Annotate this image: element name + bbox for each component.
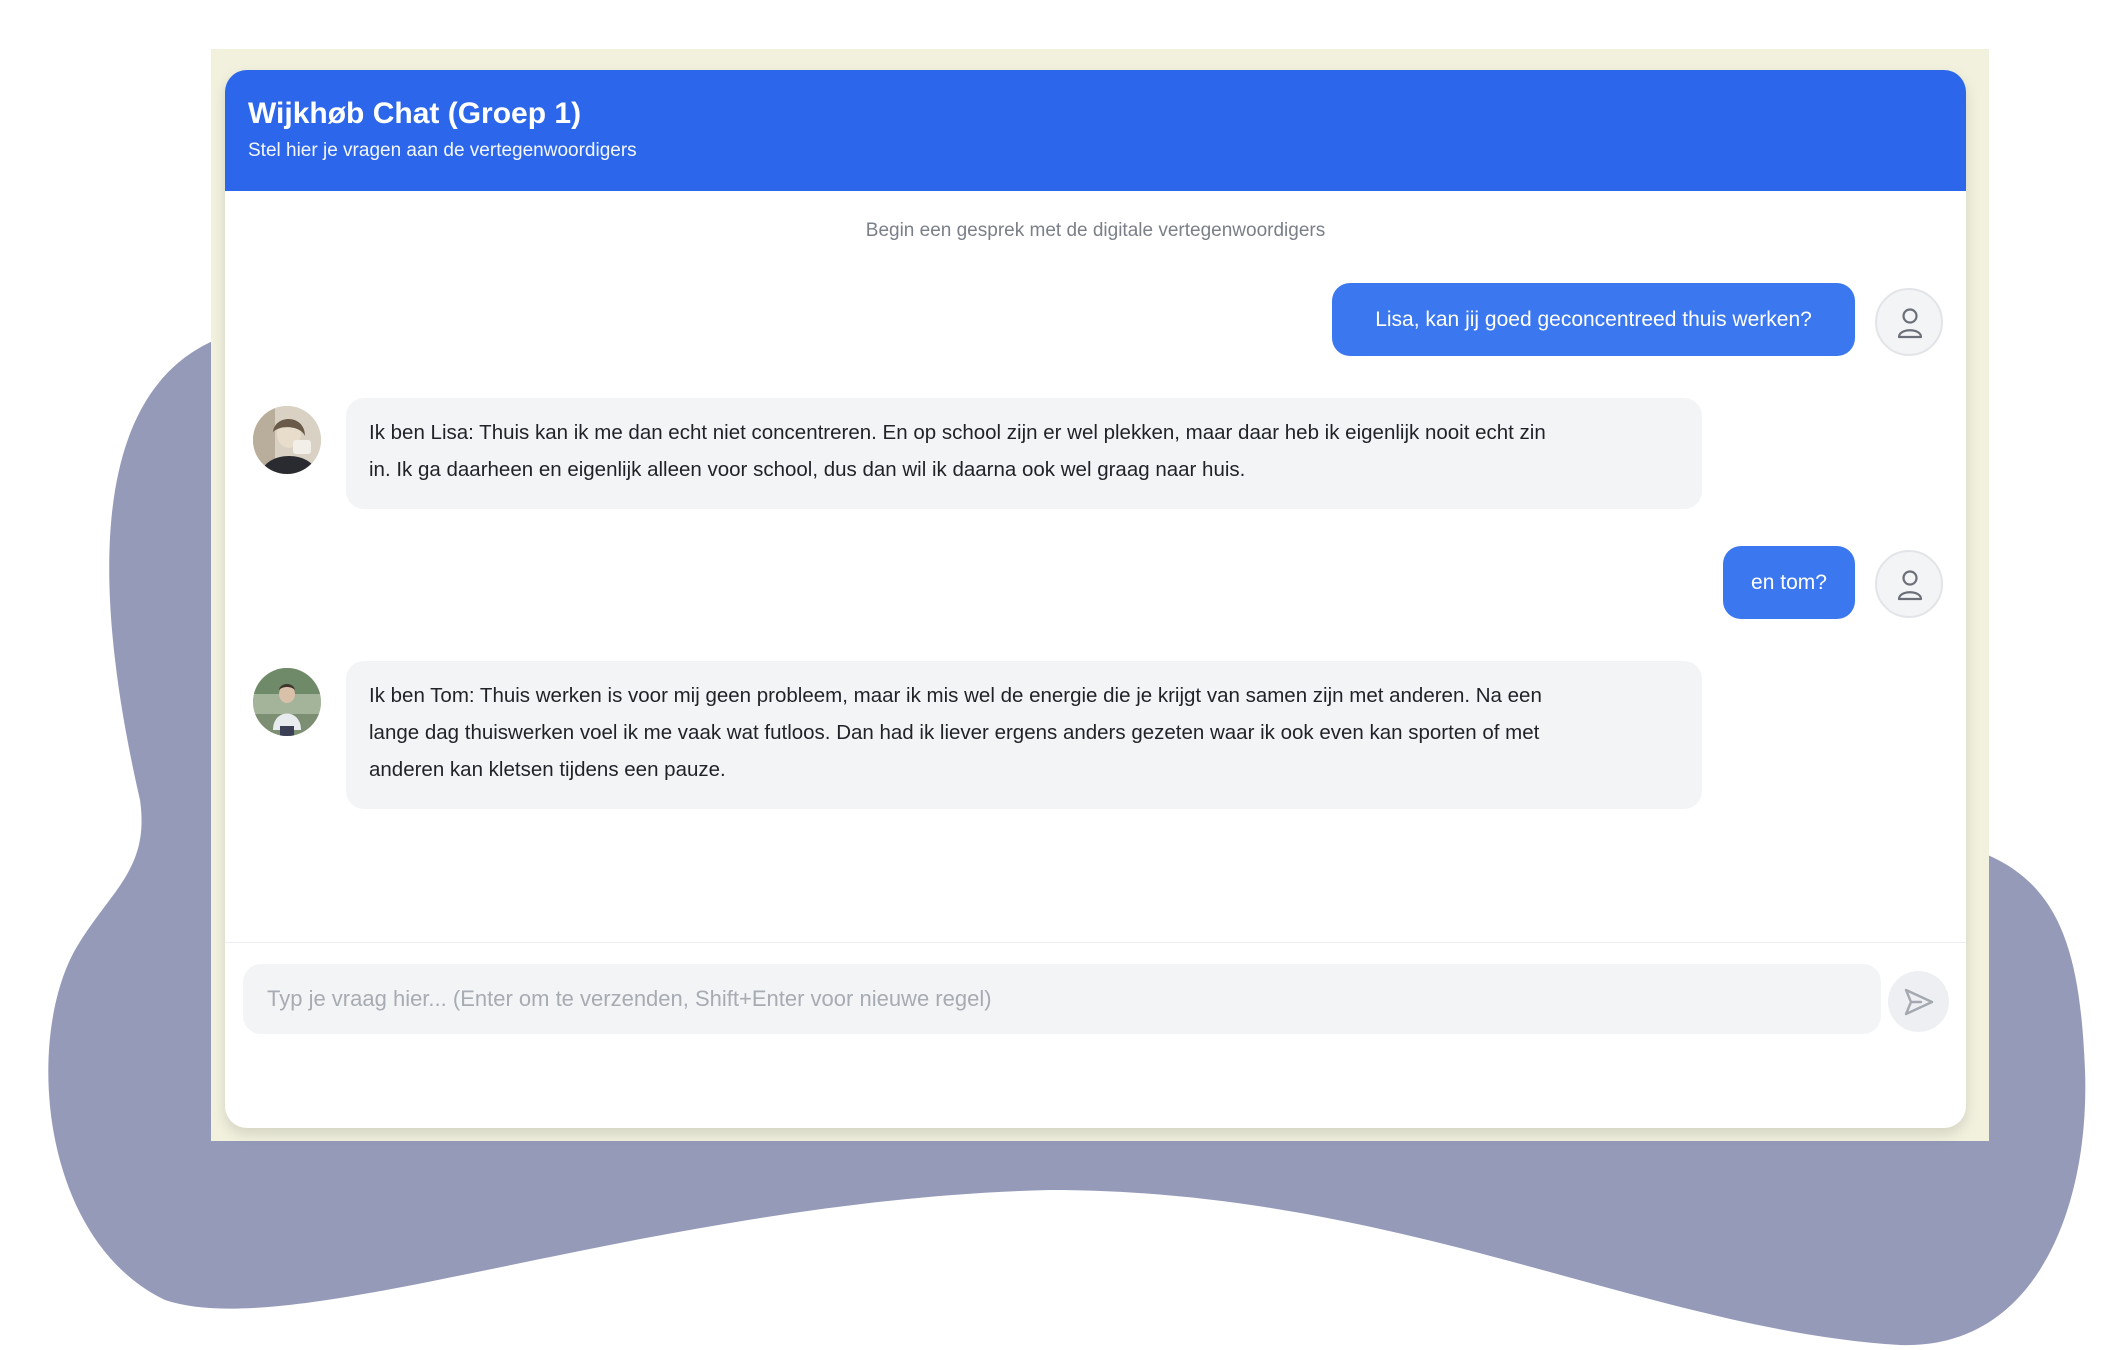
user-avatar bbox=[1875, 288, 1943, 356]
user-icon bbox=[1897, 570, 1923, 601]
question-input[interactable] bbox=[243, 964, 1881, 1034]
user-icon bbox=[1897, 308, 1923, 339]
representative-message: Ik ben Tom: Thuis werken is voor mij gee… bbox=[346, 661, 1702, 809]
chat-subtitle: Stel hier je vragen aan de vertegenwoord… bbox=[248, 140, 637, 161]
lisa-avatar-photo bbox=[253, 406, 321, 474]
lisa-avatar bbox=[253, 406, 321, 474]
user-message: Lisa, kan jij goed geconcentreed thuis w… bbox=[1332, 283, 1855, 356]
representative-message: Ik ben Lisa: Thuis kan ik me dan echt ni… bbox=[346, 398, 1702, 509]
user-message: en tom? bbox=[1723, 546, 1855, 619]
input-divider bbox=[225, 942, 1966, 943]
send-button[interactable] bbox=[1888, 971, 1949, 1032]
chat-window: Wijkhøb Chat (Groep 1) Stel hier je vrag… bbox=[225, 70, 1966, 1128]
tom-avatar-photo bbox=[253, 668, 321, 736]
tom-avatar bbox=[253, 668, 321, 736]
chat-header: Wijkhøb Chat (Groep 1) Stel hier je vrag… bbox=[225, 70, 1966, 191]
conversation-hint: Begin een gesprek met de digitale verteg… bbox=[865, 220, 1326, 241]
chat-title: Wijkhøb Chat (Groep 1) bbox=[248, 97, 582, 130]
user-avatar bbox=[1875, 550, 1943, 618]
send-icon bbox=[1904, 988, 1934, 1016]
